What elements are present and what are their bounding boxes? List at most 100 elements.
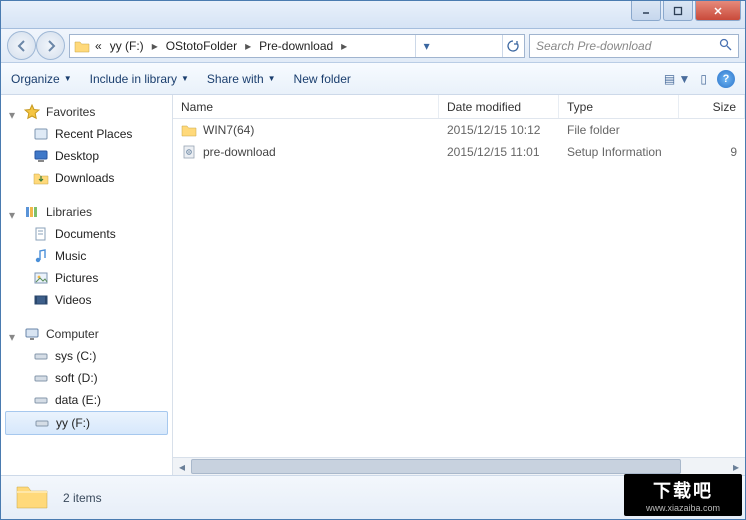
preview-pane-button[interactable]: ▯ [700, 72, 707, 86]
scroll-left-icon[interactable]: ◂ [173, 458, 191, 475]
explorer-window: « yy (F:) ▸ OStotoFolder ▸ Pre-download … [0, 0, 746, 520]
status-text: 2 items [63, 491, 102, 505]
watermark-title: 下载吧 [653, 477, 713, 503]
tree-item-videos[interactable]: Videos [1, 289, 172, 311]
recent-icon [33, 126, 49, 142]
toolbar: Organize▼ Include in library▼ Share with… [1, 63, 745, 95]
scroll-right-icon[interactable]: ▸ [727, 458, 745, 475]
breadcrumb-seg[interactable]: Pre-download [256, 37, 336, 55]
col-header-size[interactable]: Size [679, 95, 745, 118]
search-icon [719, 38, 732, 54]
chevron-right-icon[interactable]: ▸ [149, 39, 161, 53]
back-button[interactable] [7, 31, 36, 60]
tree-label: Favorites [46, 105, 95, 119]
file-size: 9 [679, 145, 745, 159]
tree-item-pictures[interactable]: Pictures [1, 267, 172, 289]
include-in-library-button[interactable]: Include in library▼ [90, 72, 189, 86]
breadcrumb-overflow[interactable]: « [92, 37, 105, 55]
file-date: 2015/12/15 11:01 [439, 145, 559, 159]
view-button[interactable]: ▤ ▼ [664, 72, 691, 86]
folder-icon [15, 481, 49, 514]
organize-button[interactable]: Organize▼ [11, 72, 72, 86]
forward-button[interactable] [36, 31, 65, 60]
desktop-icon [33, 148, 49, 164]
tree-group-libraries: ▾ Libraries Documents Music Pictures Vid… [1, 201, 172, 311]
watermark: 下载吧 www.xiazaiba.com [624, 474, 742, 516]
collapse-icon[interactable]: ▾ [9, 330, 18, 339]
libraries-icon [24, 204, 40, 220]
toolbar-right: ▤ ▼ ▯ ? [664, 70, 735, 88]
chevron-down-icon: ▼ [181, 74, 189, 83]
minimize-button[interactable] [631, 1, 661, 21]
tree-item-downloads[interactable]: Downloads [1, 167, 172, 189]
navigation-tree[interactable]: ▾ Favorites Recent Places Desktop Downlo… [1, 95, 173, 475]
collapse-icon[interactable]: ▾ [9, 208, 18, 217]
tree-group-computer: ▾ Computer sys (C:) soft (D:) data (E:) … [1, 323, 172, 435]
computer-icon [24, 326, 40, 342]
star-icon [24, 104, 40, 120]
tree-item-drive-d[interactable]: soft (D:) [1, 367, 172, 389]
drive-icon [33, 392, 49, 408]
list-body[interactable]: WIN7(64) 2015/12/15 10:12 File folder pr… [173, 119, 745, 457]
tree-item-drive-c[interactable]: sys (C:) [1, 345, 172, 367]
tree-item-documents[interactable]: Documents [1, 223, 172, 245]
tree-label: Libraries [46, 205, 92, 219]
list-item[interactable]: pre-download 2015/12/15 11:01 Setup Info… [173, 141, 745, 163]
tree-item-drive-f[interactable]: yy (F:) [5, 411, 168, 435]
chevron-down-icon: ▼ [64, 74, 72, 83]
file-date: 2015/12/15 10:12 [439, 123, 559, 137]
drive-icon [34, 415, 50, 431]
main-area: ▾ Favorites Recent Places Desktop Downlo… [1, 95, 745, 475]
music-icon [33, 248, 49, 264]
col-header-date[interactable]: Date modified [439, 95, 559, 118]
col-header-name[interactable]: Name [173, 95, 439, 118]
nav-bar: « yy (F:) ▸ OStotoFolder ▸ Pre-download … [1, 29, 745, 63]
documents-icon [33, 226, 49, 242]
tree-item-desktop[interactable]: Desktop [1, 145, 172, 167]
file-type: Setup Information [559, 145, 679, 159]
inf-file-icon [181, 144, 197, 160]
column-headers: Name Date modified Type Size [173, 95, 745, 119]
file-name: WIN7(64) [203, 123, 254, 137]
maximize-button[interactable] [663, 1, 693, 21]
scroll-thumb[interactable] [191, 459, 681, 474]
chevron-right-icon[interactable]: ▸ [338, 39, 350, 53]
refresh-button[interactable] [502, 35, 524, 57]
tree-header-favorites[interactable]: ▾ Favorites [1, 101, 172, 123]
chevron-right-icon[interactable]: ▸ [242, 39, 254, 53]
tree-item-music[interactable]: Music [1, 245, 172, 267]
tree-header-libraries[interactable]: ▾ Libraries [1, 201, 172, 223]
drive-icon [33, 370, 49, 386]
drive-icon [33, 348, 49, 364]
tree-item-recent-places[interactable]: Recent Places [1, 123, 172, 145]
chevron-down-icon: ▼ [268, 74, 276, 83]
history-dropdown[interactable]: ▾ [415, 35, 437, 57]
tree-group-favorites: ▾ Favorites Recent Places Desktop Downlo… [1, 101, 172, 189]
breadcrumb-seg[interactable]: yy (F:) [107, 37, 147, 55]
collapse-icon[interactable]: ▾ [9, 108, 18, 117]
folder-icon [181, 122, 197, 138]
col-header-type[interactable]: Type [559, 95, 679, 118]
watermark-url: www.xiazaiba.com [646, 503, 720, 513]
tree-label: Computer [46, 327, 99, 341]
search-input[interactable]: Search Pre-download [529, 34, 739, 58]
close-button[interactable] [695, 1, 741, 21]
tree-header-computer[interactable]: ▾ Computer [1, 323, 172, 345]
file-name: pre-download [203, 145, 276, 159]
new-folder-button[interactable]: New folder [294, 72, 351, 86]
nav-buttons [7, 31, 65, 60]
help-button[interactable]: ? [717, 70, 735, 88]
file-type: File folder [559, 123, 679, 137]
videos-icon [33, 292, 49, 308]
search-placeholder: Search Pre-download [536, 39, 651, 53]
address-bar[interactable]: « yy (F:) ▸ OStotoFolder ▸ Pre-download … [69, 34, 525, 58]
list-item[interactable]: WIN7(64) 2015/12/15 10:12 File folder [173, 119, 745, 141]
breadcrumb-seg[interactable]: OStotoFolder [163, 37, 240, 55]
pictures-icon [33, 270, 49, 286]
horizontal-scrollbar[interactable]: ◂ ▸ [173, 457, 745, 475]
titlebar [1, 1, 745, 29]
downloads-icon [33, 170, 49, 186]
tree-item-drive-e[interactable]: data (E:) [1, 389, 172, 411]
file-list: Name Date modified Type Size WIN7(64) 20… [173, 95, 745, 475]
share-with-button[interactable]: Share with▼ [207, 72, 276, 86]
